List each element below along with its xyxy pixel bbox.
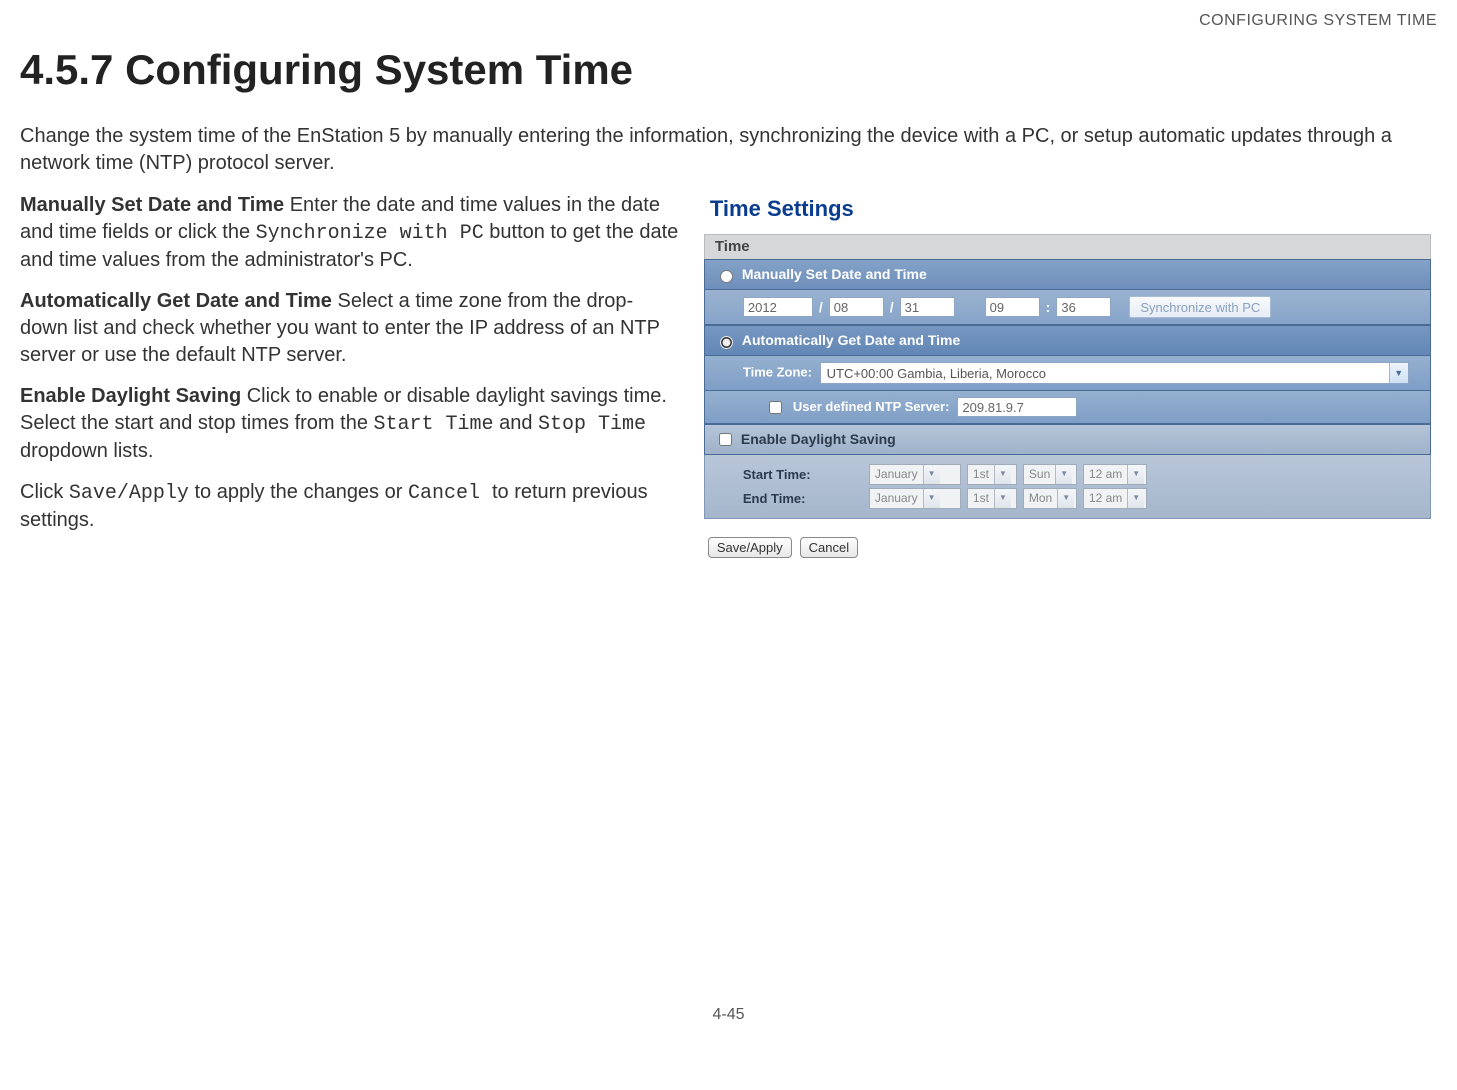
chevron-down-icon: ▼ [1127, 489, 1144, 508]
end-hour-value: 12 am [1084, 489, 1127, 508]
dls-body: Start Time: January▼ 1st▼ Sun▼ 12 am▼ En… [704, 455, 1431, 519]
end-day-select[interactable]: Mon▼ [1023, 488, 1077, 509]
start-day-value: Sun [1024, 465, 1055, 484]
save-apply-button[interactable]: Save/Apply [708, 537, 792, 558]
dls-start-row: Start Time: January▼ 1st▼ Sun▼ 12 am▼ [743, 464, 1420, 485]
manual-time-radio[interactable] [720, 270, 733, 283]
section-heading: 4.5.7 Configuring System Time [20, 42, 1437, 99]
start-hour-value: 12 am [1084, 465, 1127, 484]
auto-time-row: Automatically Get Date and Time [704, 325, 1431, 356]
chevron-down-icon: ▼ [1127, 465, 1144, 484]
code-save-apply: Save/Apply [69, 482, 189, 505]
running-header: CONFIGURING SYSTEM TIME [20, 10, 1437, 32]
ntp-server-input[interactable] [957, 397, 1077, 417]
timezone-row: Time Zone: UTC+00:00 Gambia, Liberia, Mo… [704, 356, 1431, 391]
dls-label: Enable Daylight Saving [741, 430, 896, 449]
time-settings-panel: Time Settings Time Manually Set Date and… [704, 194, 1437, 564]
manual-time-label: Manually Set Date and Time [742, 265, 927, 284]
start-date-select[interactable]: 1st▼ [967, 464, 1017, 485]
cancel-button[interactable]: Cancel [800, 537, 858, 558]
chevron-down-icon: ▼ [1055, 465, 1072, 484]
description-column: Manually Set Date and Time Enter the dat… [20, 192, 679, 548]
chevron-down-icon: ▼ [994, 489, 1011, 508]
start-month-select[interactable]: January▼ [869, 464, 961, 485]
start-hour-select[interactable]: 12 am▼ [1083, 464, 1147, 485]
minute-input[interactable] [1056, 297, 1111, 317]
dls-row: Enable Daylight Saving [704, 424, 1431, 455]
code-start-time: Start Time [374, 413, 494, 436]
end-month-select[interactable]: January▼ [869, 488, 961, 509]
chevron-down-icon: ▼ [1057, 489, 1074, 508]
code-sync: Synchronize with PC [256, 222, 484, 245]
timezone-value: UTC+00:00 Gambia, Liberia, Morocco [821, 363, 1389, 383]
year-input[interactable] [743, 297, 813, 317]
enable-daylight-saving-checkbox[interactable] [719, 433, 732, 446]
para-auto: Automatically Get Date and Time Select a… [20, 288, 679, 369]
end-day-value: Mon [1024, 489, 1057, 508]
end-date-select[interactable]: 1st▼ [967, 488, 1017, 509]
slash: / [890, 298, 894, 317]
start-day-select[interactable]: Sun▼ [1023, 464, 1077, 485]
ntp-label: User defined NTP Server: [793, 398, 950, 416]
chevron-down-icon: ▼ [923, 465, 940, 484]
para-dls: Enable Daylight Saving Click to enable o… [20, 383, 679, 465]
ntp-row: User defined NTP Server: [704, 391, 1431, 424]
user-defined-ntp-checkbox[interactable] [769, 401, 782, 414]
chevron-down-icon: ▼ [994, 465, 1011, 484]
end-time-label: End Time: [743, 490, 863, 508]
day-input[interactable] [900, 297, 955, 317]
para-save: Click Save/Apply to apply the changes or… [20, 479, 679, 534]
timezone-label: Time Zone: [743, 364, 812, 379]
colon: : [1046, 298, 1051, 317]
text: Click [20, 481, 69, 503]
manual-time-row: Manually Set Date and Time [704, 259, 1431, 290]
hour-input[interactable] [985, 297, 1040, 317]
timezone-select[interactable]: UTC+00:00 Gambia, Liberia, Morocco ▼ [820, 362, 1409, 384]
lead-manual: Manually Set Date and Time [20, 194, 284, 216]
page-number: 4-45 [20, 1004, 1437, 1026]
start-date-value: 1st [968, 465, 994, 484]
time-section-header: Time [704, 234, 1431, 259]
text: to apply the changes or [189, 481, 408, 503]
lead-dls: Enable Daylight Saving [20, 385, 241, 407]
text: and [494, 412, 538, 434]
chevron-down-icon: ▼ [923, 489, 940, 508]
synchronize-with-pc-button[interactable]: Synchronize with PC [1129, 296, 1271, 318]
intro-paragraph: Change the system time of the EnStation … [20, 123, 1437, 177]
action-buttons: Save/Apply Cancel [708, 537, 1431, 558]
slash: / [819, 298, 823, 317]
lead-auto: Automatically Get Date and Time [20, 290, 332, 312]
text: dropdown lists. [20, 440, 153, 462]
code-cancel: Cancel [408, 482, 492, 505]
start-month-value: January [870, 465, 923, 484]
end-hour-select[interactable]: 12 am▼ [1083, 488, 1147, 509]
manual-time-inputs: / / : Synchronize with PC [704, 290, 1431, 325]
panel-title: Time Settings [710, 194, 1431, 224]
end-date-value: 1st [968, 489, 994, 508]
auto-time-label: Automatically Get Date and Time [742, 331, 960, 350]
auto-time-radio[interactable] [720, 336, 733, 349]
code-stop-time: Stop Time [538, 413, 646, 436]
end-month-value: January [870, 489, 923, 508]
dls-end-row: End Time: January▼ 1st▼ Mon▼ 12 am▼ [743, 488, 1420, 509]
start-time-label: Start Time: [743, 466, 863, 484]
month-input[interactable] [829, 297, 884, 317]
para-manual: Manually Set Date and Time Enter the dat… [20, 192, 679, 274]
chevron-down-icon: ▼ [1389, 363, 1408, 383]
